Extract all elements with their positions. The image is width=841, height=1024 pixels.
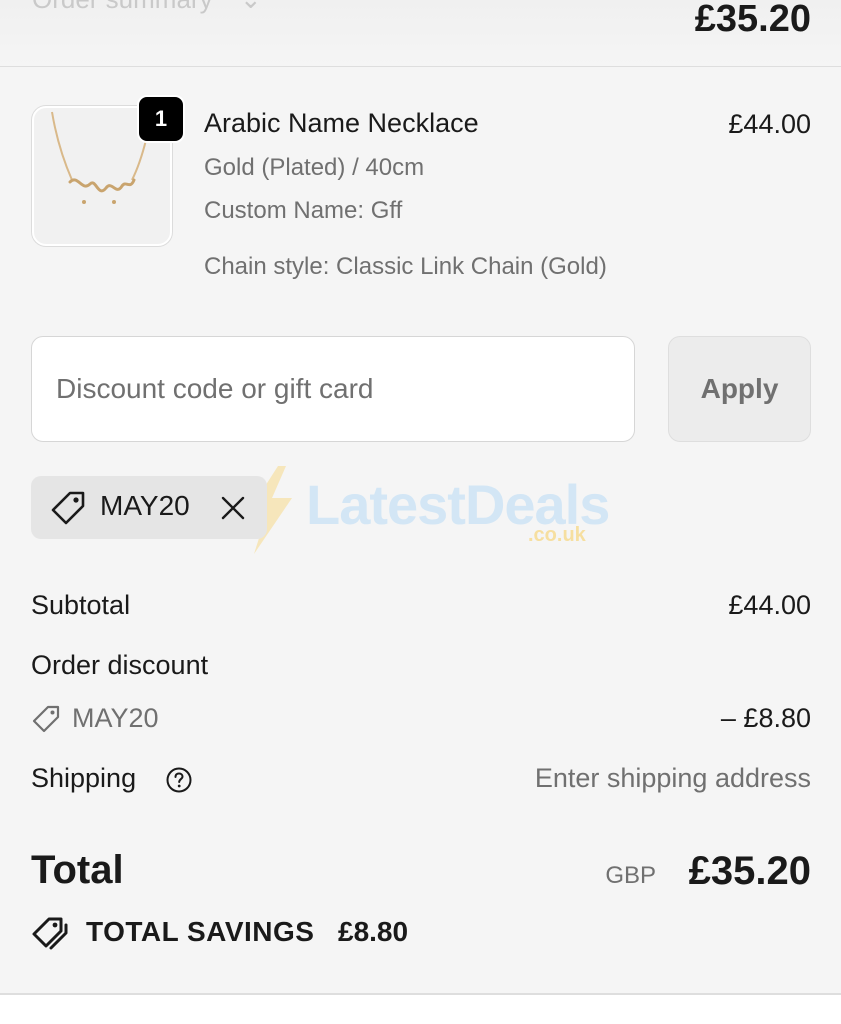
apply-discount-button[interactable]: Apply: [668, 336, 811, 442]
chevron-down-icon: ⌄: [240, 0, 262, 14]
order-summary-panel: Order summary ⌄ £35.20 1 Arabic Name Nec…: [0, 0, 841, 994]
total-savings-value: £8.80: [338, 916, 409, 947]
total-savings-label: TOTAL SAVINGS: [86, 916, 315, 947]
discount-code-input[interactable]: [31, 336, 635, 442]
tag-icon: [32, 705, 60, 733]
product-custom-name: Custom Name: Gff: [204, 197, 403, 224]
product-variant: Gold (Plated) / 40cm: [204, 154, 425, 181]
applied-discount-chip: MAY20: [31, 476, 267, 539]
shipping-value: Enter shipping address: [534, 763, 811, 793]
product-name: Arabic Name Necklace: [204, 108, 479, 138]
shipping-label: Shipping: [31, 763, 137, 793]
remove-discount-icon[interactable]: [219, 494, 247, 522]
tag-icon: [51, 491, 85, 525]
currency-code: GBP: [605, 862, 656, 889]
order-discount-value: – £8.80: [720, 703, 811, 733]
latestdeals-watermark: LatestDeals .co.uk: [240, 462, 620, 558]
product-chain-style: Chain style: Classic Link Chain (Gold): [204, 253, 607, 280]
applied-discount-code: MAY20: [100, 490, 190, 521]
order-summary-toggle-label: Order summary: [32, 0, 213, 14]
order-summary-toggle[interactable]: Order summary ⌄: [32, 0, 262, 15]
product-price: £44.00: [728, 109, 811, 139]
order-summary-header[interactable]: Order summary ⌄ £35.20: [0, 0, 841, 67]
help-circle-icon[interactable]: [165, 766, 193, 794]
subtotal-label: Subtotal: [31, 590, 131, 620]
bottom-divider: [0, 993, 841, 995]
order-discount-label: Order discount: [31, 650, 209, 680]
quantity-badge: 1: [137, 95, 185, 143]
savings-tags-icon: [32, 917, 68, 950]
watermark-domain: .co.uk: [528, 524, 586, 546]
total-label: Total: [31, 848, 124, 892]
order-discount-code: MAY20: [72, 703, 159, 733]
header-total-price: £35.20: [694, 0, 811, 40]
total-value: £35.20: [688, 849, 811, 893]
subtotal-value: £44.00: [728, 590, 811, 620]
